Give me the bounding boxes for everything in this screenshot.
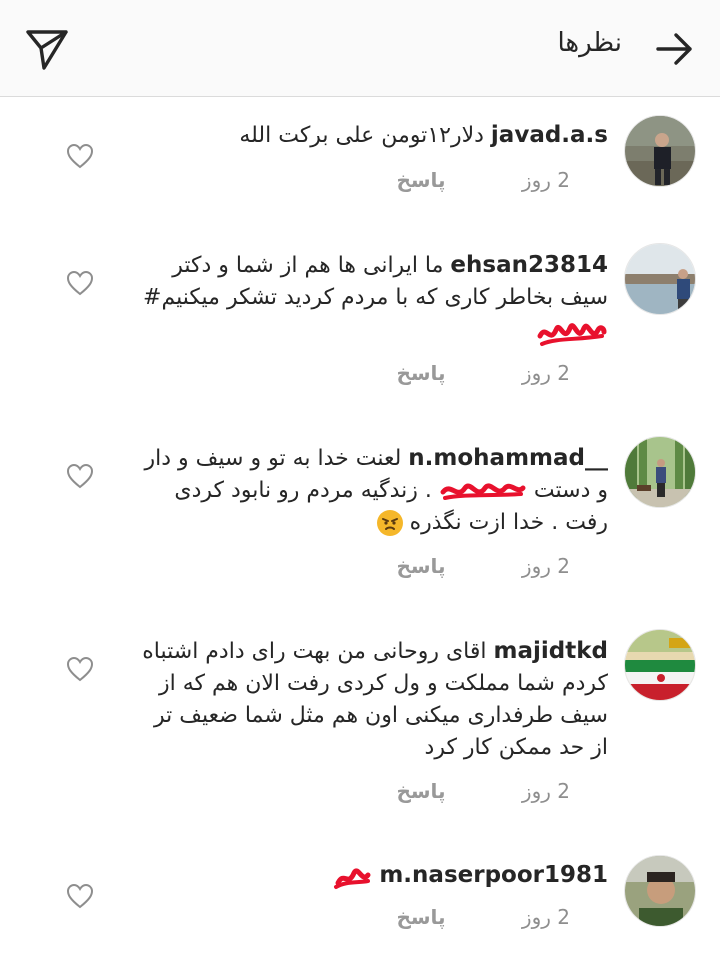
comment-text: majidtkd اقای روحانی من بهت رای دادم اشت… xyxy=(138,635,608,764)
arrow-right-icon[interactable] xyxy=(654,28,696,70)
reply-button[interactable]: پاسخ xyxy=(396,554,445,578)
comment-time: 2 روز xyxy=(521,168,570,192)
reply-button[interactable]: پاسخ xyxy=(396,779,445,803)
heart-icon[interactable] xyxy=(66,143,94,169)
comment-item: javad.a.s دلار۱۲تومن علی برکت الله 2 روز… xyxy=(0,97,720,237)
comment-text: m.naserpoor1981 xyxy=(138,859,608,892)
heart-icon[interactable] xyxy=(66,656,94,682)
comment-time: 2 روز xyxy=(521,554,570,578)
comment-meta: 2 روز پاسخ xyxy=(396,361,570,385)
heart-icon[interactable] xyxy=(66,463,94,489)
comment-time: 2 روز xyxy=(521,361,570,385)
reply-button[interactable]: پاسخ xyxy=(396,168,445,192)
page-title: نظرها xyxy=(557,28,622,58)
comment-text: n.mohammad__ لعنت خدا به تو و سیف و دار … xyxy=(138,442,608,539)
comment-username[interactable]: javad.a.s xyxy=(491,122,608,148)
top-bar: نظرها xyxy=(0,0,720,97)
comment-username[interactable]: n.mohammad__ xyxy=(408,445,608,471)
redaction-scribble xyxy=(440,483,526,500)
avatar[interactable] xyxy=(624,436,696,508)
comment-text: javad.a.s دلار۱۲تومن علی برکت الله xyxy=(138,119,608,152)
comment-username[interactable]: majidtkd xyxy=(494,638,608,664)
angry-face-icon xyxy=(376,510,403,536)
redaction-scribble xyxy=(334,868,371,889)
avatar[interactable] xyxy=(624,243,696,315)
avatar[interactable] xyxy=(624,629,696,701)
comment-text: ehsan23814 ما ایرانی ها هم از شما و دکتر… xyxy=(138,249,608,350)
redaction-scribble xyxy=(537,323,607,346)
reply-button[interactable]: پاسخ xyxy=(396,905,445,929)
comment-time: 2 روز xyxy=(521,905,570,929)
comment-item: m.naserpoor1981 2 روز پاسخ xyxy=(0,845,720,962)
comment-item: majidtkd اقای روحانی من بهت رای دادم اشت… xyxy=(0,623,720,845)
comment-meta: 2 روز پاسخ xyxy=(396,779,570,803)
comment-body: دلار۱۲تومن علی برکت الله xyxy=(239,123,484,148)
comment-meta: 2 روز پاسخ xyxy=(396,168,570,192)
heart-icon[interactable] xyxy=(66,270,94,296)
heart-icon[interactable] xyxy=(66,883,94,909)
comment-username[interactable]: m.naserpoor1981 xyxy=(379,862,608,888)
comment-item: n.mohammad__ لعنت خدا به تو و سیف و دار … xyxy=(0,430,720,623)
comment-time: 2 روز xyxy=(521,779,570,803)
comment-username[interactable]: ehsan23814 xyxy=(450,252,608,278)
reply-button[interactable]: پاسخ xyxy=(396,361,445,385)
avatar[interactable] xyxy=(624,855,696,927)
comment-meta: 2 روز پاسخ xyxy=(396,905,570,929)
comment-item: ehsan23814 ما ایرانی ها هم از شما و دکتر… xyxy=(0,237,720,430)
paper-plane-icon[interactable] xyxy=(24,26,70,72)
avatar[interactable] xyxy=(624,115,696,187)
comment-meta: 2 روز پاسخ xyxy=(396,554,570,578)
